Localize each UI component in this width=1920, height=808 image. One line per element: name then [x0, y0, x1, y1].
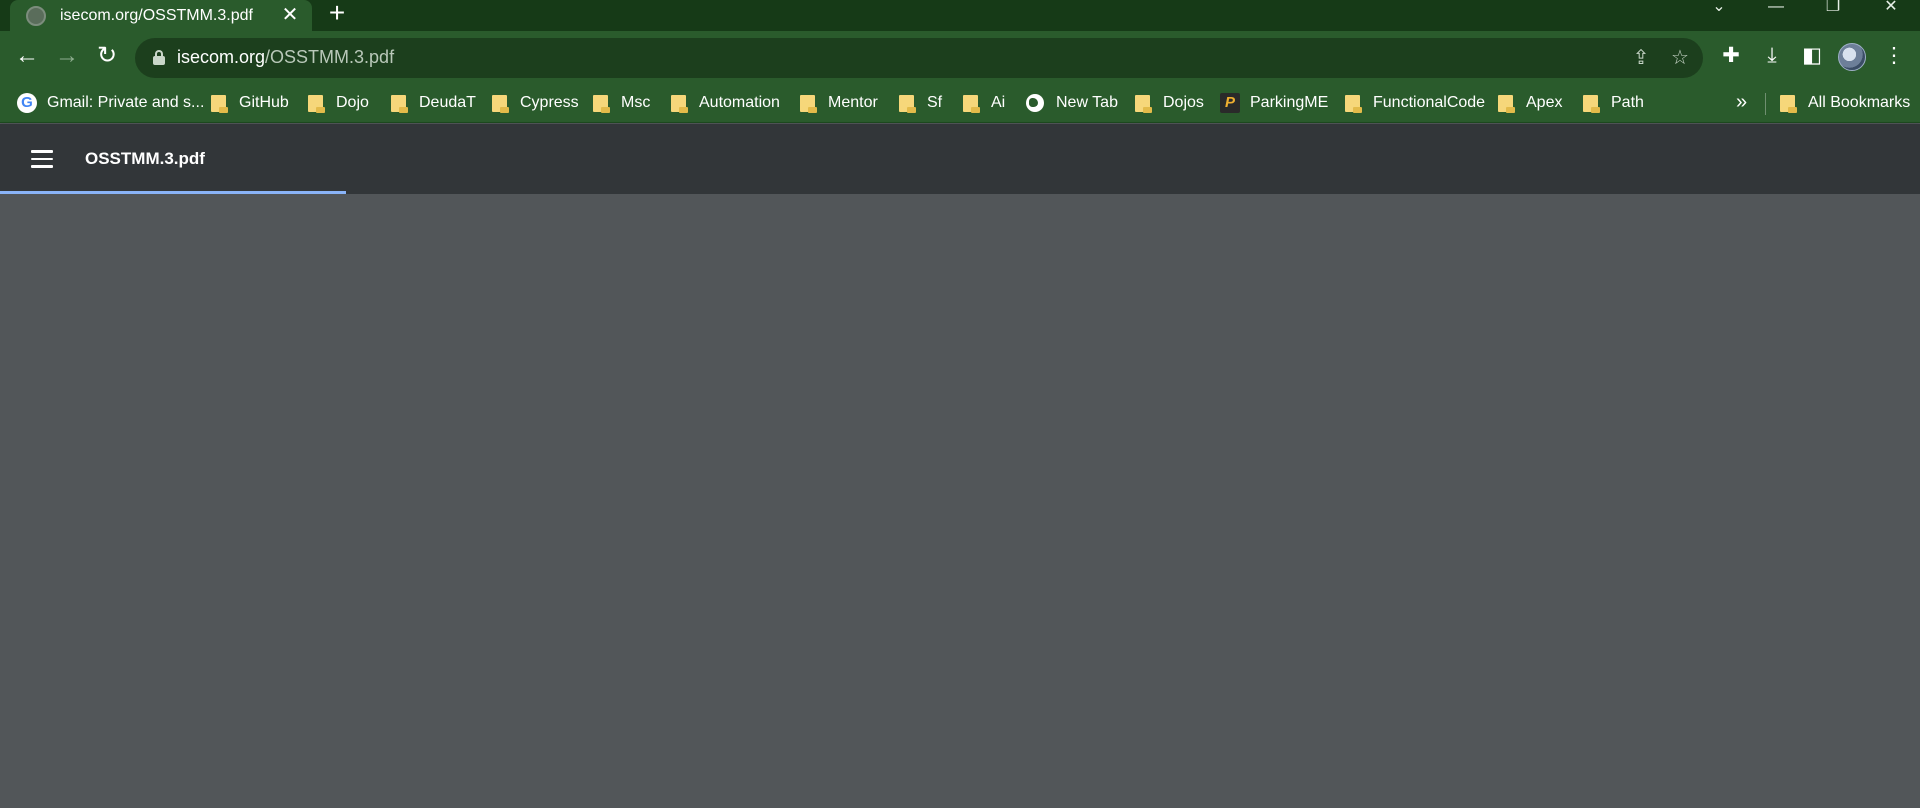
bookmark-label: Path — [1611, 94, 1644, 111]
bookmark-label: GitHub — [239, 94, 289, 111]
bookmark-label: Cypress — [520, 94, 579, 111]
globe-icon — [26, 5, 46, 26]
pdf-title: OSSTMM.3.pdf — [85, 149, 205, 168]
folder-icon — [1498, 94, 1515, 113]
avatar[interactable] — [1838, 43, 1866, 71]
all-bookmarks-label: All Bookmarks — [1808, 94, 1911, 111]
folder-icon — [593, 94, 610, 113]
minimize-icon[interactable]: — — [1761, 0, 1791, 16]
back-button[interactable]: ← — [11, 41, 43, 73]
bookmark-label: Dojos — [1163, 94, 1204, 111]
folder-icon — [800, 94, 817, 113]
folder-icon — [391, 94, 408, 113]
folder-icon — [308, 94, 325, 113]
star-icon[interactable]: ☆ — [1667, 46, 1693, 72]
browser-toolbar: ← → ↻ isecom.org/OSSTMM.3.pdf ⇪ ☆ ✚ ⤓ ◧ … — [0, 31, 1920, 83]
bookmarks-separator — [1765, 93, 1766, 115]
pdf-viewer-area[interactable] — [0, 194, 1920, 808]
bookmark-label: Apex — [1526, 94, 1563, 111]
parkingme-icon: P — [1220, 93, 1240, 113]
bookmark-label: DeudaT — [419, 94, 476, 111]
bookmark-label: Sf — [927, 94, 943, 111]
all-bookmarks[interactable]: All Bookmarks — [1780, 83, 1910, 123]
browser-tab[interactable]: isecom.org/OSSTMM.3.pdf ✕ — [10, 0, 312, 31]
side-panel-icon[interactable]: ◧ — [1797, 41, 1827, 71]
folder-icon — [963, 94, 980, 113]
download-icon[interactable]: ⤓ — [1757, 41, 1787, 71]
bookmark-dojo[interactable]: Dojo — [308, 83, 369, 123]
reload-button[interactable]: ↻ — [91, 41, 123, 73]
folder-icon — [211, 94, 228, 113]
folder-icon — [1135, 94, 1152, 113]
bookmark-label: Automation — [699, 94, 780, 111]
bookmark-ai[interactable]: Ai — [963, 83, 1005, 123]
bookmark-label: Msc — [621, 94, 651, 111]
bookmark-cypress[interactable]: Cypress — [492, 83, 579, 123]
url-path: /OSSTMM.3.pdf — [265, 47, 395, 67]
bookmark-msc[interactable]: Msc — [593, 83, 650, 123]
folder-icon — [1583, 94, 1600, 113]
bookmarks-overflow-chevron[interactable]: » — [1736, 91, 1747, 114]
folder-icon — [899, 94, 916, 113]
bookmark-deudat[interactable]: DeudaT — [391, 83, 476, 123]
folder-icon — [1780, 94, 1797, 113]
bookmark-functionalcode[interactable]: FunctionalCode — [1345, 83, 1485, 123]
folder-icon — [492, 94, 509, 113]
bookmark-gmail[interactable]: G Gmail: Private and s... — [17, 83, 204, 123]
url-text[interactable]: isecom.org/OSSTMM.3.pdf — [177, 47, 394, 68]
lock-icon[interactable] — [153, 50, 165, 65]
bookmark-mentor[interactable]: Mentor — [800, 83, 878, 123]
share-icon[interactable]: ⇪ — [1628, 46, 1654, 72]
google-icon: G — [17, 93, 37, 113]
bookmark-label: ParkingME — [1250, 94, 1329, 111]
bookmark-parkingme[interactable]: P ParkingME — [1220, 83, 1328, 123]
forward-button[interactable]: → — [51, 41, 83, 73]
close-window-icon[interactable]: ✕ — [1876, 0, 1906, 16]
bookmarks-bar: G Gmail: Private and s... GitHub Dojo De… — [0, 83, 1920, 123]
bookmark-github[interactable]: GitHub — [211, 83, 289, 123]
address-bar[interactable]: isecom.org/OSSTMM.3.pdf ⇪ ☆ — [135, 38, 1703, 78]
pdf-toolbar: OSSTMM.3.pdf — [0, 124, 1920, 194]
tab-strip: isecom.org/OSSTMM.3.pdf ✕ + ⌄ — ❐ ✕ — [0, 0, 1920, 31]
bookmark-label: New Tab — [1056, 94, 1118, 111]
bookmark-label: Ai — [991, 94, 1006, 111]
bookmark-sf[interactable]: Sf — [899, 83, 942, 123]
tab-search-icon[interactable]: ⌄ — [1704, 0, 1734, 16]
new-tab-button[interactable]: + — [322, 0, 352, 30]
bookmark-label: Gmail: Private and s... — [47, 94, 205, 111]
hamburger-menu-icon[interactable] — [31, 150, 53, 168]
globe-icon — [1026, 94, 1044, 112]
bookmark-label: Mentor — [828, 94, 878, 111]
bookmark-label: Dojo — [336, 94, 369, 111]
bookmark-new-tab[interactable]: New Tab — [1026, 83, 1118, 123]
folder-icon — [671, 94, 688, 113]
bookmark-dojos[interactable]: Dojos — [1135, 83, 1204, 123]
kebab-menu-icon[interactable]: ⋮ — [1879, 41, 1909, 71]
extensions-icon[interactable]: ✚ — [1716, 41, 1746, 71]
close-tab-icon[interactable]: ✕ — [280, 5, 300, 26]
bookmark-automation[interactable]: Automation — [671, 83, 780, 123]
bookmark-label: FunctionalCode — [1373, 94, 1486, 111]
url-domain: isecom.org — [177, 47, 266, 67]
bookmark-apex[interactable]: Apex — [1498, 83, 1562, 123]
restore-icon[interactable]: ❐ — [1818, 0, 1848, 16]
folder-icon — [1345, 94, 1362, 113]
tab-title: isecom.org/OSSTMM.3.pdf — [60, 6, 253, 24]
bookmark-path[interactable]: Path — [1583, 83, 1644, 123]
